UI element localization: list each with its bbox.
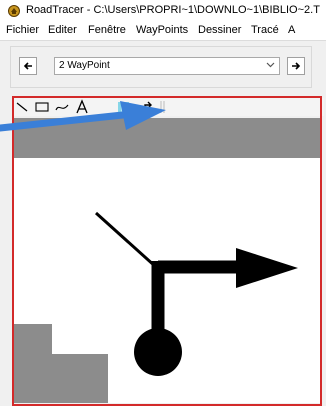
chevron-down-icon	[266, 62, 275, 68]
arrow-left-icon	[23, 62, 32, 70]
menu-bar: Fichier Editer Fenêtre WayPoints Dessine…	[0, 22, 326, 40]
menu-trace[interactable]: Tracé	[251, 24, 279, 36]
next-waypoint-button[interactable]	[287, 57, 305, 75]
menu-fichier[interactable]: Fichier	[6, 24, 39, 36]
menu-dessiner[interactable]: Dessiner	[198, 24, 241, 36]
title-bar: RoadTracer - C:\Users\PROPRI~1\DOWNLO~1\…	[0, 0, 326, 22]
waypoint-navigator: 2 WayPoint	[10, 46, 312, 88]
previous-waypoint-button[interactable]	[19, 57, 37, 75]
menu-waypoints[interactable]: WayPoints	[136, 24, 188, 36]
waypoint-select[interactable]: 2 WayPoint	[54, 57, 280, 75]
arrow-right-icon	[292, 62, 301, 70]
roadtracer-logo-icon	[8, 5, 20, 17]
menu-fenetre[interactable]: Fenêtre	[88, 24, 126, 36]
menu-divider	[0, 40, 326, 41]
window-title: RoadTracer - C:\Users\PROPRI~1\DOWNLO~1\…	[26, 4, 320, 16]
selected-waypoint: 2 WayPoint	[59, 60, 110, 71]
menu-editer[interactable]: Editer	[48, 24, 77, 36]
menu-a[interactable]: A	[288, 24, 295, 36]
canvas-selection-frame	[12, 96, 322, 406]
